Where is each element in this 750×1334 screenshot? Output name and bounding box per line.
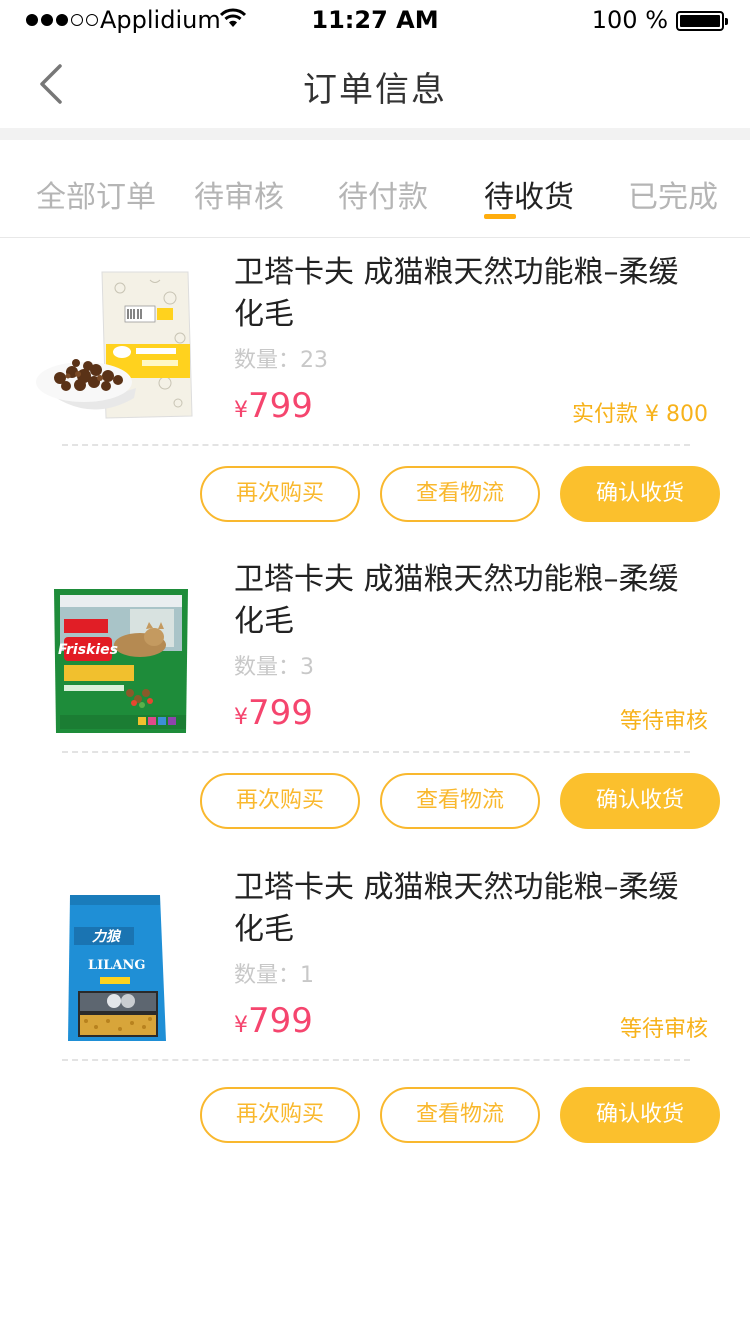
product-quantity: 数量：3: [234, 655, 314, 680]
product-price: ¥799: [234, 386, 313, 426]
product-price: ¥799: [234, 1001, 313, 1041]
order-status: 实付款 ¥ 800: [572, 402, 708, 427]
tab-pending-review[interactable]: 待审核: [194, 172, 284, 216]
battery-percent: 100 %: [591, 6, 668, 34]
status-bar: Applidium 11:27 AM 100 %: [0, 0, 750, 42]
buy-again-button[interactable]: 再次购买: [200, 1087, 360, 1143]
page-title: 订单信息: [303, 70, 447, 110]
order-card: 力狼 LILANG 卫塔卡夫 成猫粮天然功能粮–柔缓化毛 数量：1 ¥799 等…: [0, 853, 750, 1153]
order-status: 等待审核: [619, 1017, 708, 1042]
dashed-divider: [62, 1059, 690, 1061]
buy-again-button[interactable]: 再次购买: [200, 466, 360, 522]
currency-symbol: ¥: [234, 1013, 248, 1038]
order-tabs: 全部订单 待审核 待付款 待收货 已完成: [0, 140, 750, 238]
view-logistics-button[interactable]: 查看物流: [380, 466, 540, 522]
product-quantity: 数量：1: [234, 963, 314, 988]
product-quantity: 数量：23: [234, 348, 328, 373]
battery-icon: [676, 11, 728, 31]
confirm-receipt-button[interactable]: 确认收货: [560, 1087, 720, 1143]
product-title[interactable]: 卫塔卡夫 成猫粮天然功能粮–柔缓化毛: [234, 559, 704, 643]
svg-text:LILANG: LILANG: [88, 958, 145, 973]
tab-pending-payment[interactable]: 待付款: [338, 172, 428, 216]
confirm-receipt-button[interactable]: 确认收货: [560, 773, 720, 829]
product-image[interactable]: 力狼 LILANG: [30, 873, 200, 1043]
tab-completed[interactable]: 已完成: [628, 172, 718, 216]
active-tab-indicator: [484, 214, 516, 219]
product-image[interactable]: Friskies: [30, 565, 200, 735]
currency-symbol: ¥: [234, 398, 248, 423]
order-card: 卫塔卡夫 成猫粮天然功能粮–柔缓化毛 数量：23 ¥799 实付款 ¥ 800 …: [0, 238, 750, 538]
product-title[interactable]: 卫塔卡夫 成猫粮天然功能粮–柔缓化毛: [234, 867, 704, 951]
product-title[interactable]: 卫塔卡夫 成猫粮天然功能粮–柔缓化毛: [234, 252, 704, 336]
dashed-divider: [62, 444, 690, 446]
svg-text:力狼: 力狼: [92, 928, 122, 945]
nav-bar: 订单信息: [0, 42, 750, 128]
order-card: Friskies 卫塔卡夫 成猫粮天然功能粮–柔缓化毛 数量：3 ¥799 等待…: [0, 545, 750, 845]
view-logistics-button[interactable]: 查看物流: [380, 1087, 540, 1143]
product-image[interactable]: [30, 258, 200, 428]
dashed-divider: [62, 751, 690, 753]
tab-pending-receipt[interactable]: 待收货: [484, 172, 574, 216]
price-value: 799: [248, 1001, 313, 1041]
view-logistics-button[interactable]: 查看物流: [380, 773, 540, 829]
confirm-receipt-button[interactable]: 确认收货: [560, 466, 720, 522]
order-status: 等待审核: [619, 709, 708, 734]
svg-text:Friskies: Friskies: [58, 642, 118, 658]
currency-symbol: ¥: [234, 705, 248, 730]
buy-again-button[interactable]: 再次购买: [200, 773, 360, 829]
section-separator: [0, 128, 750, 140]
price-value: 799: [248, 386, 313, 426]
price-value: 799: [248, 693, 313, 733]
product-price: ¥799: [234, 693, 313, 733]
tab-all-orders[interactable]: 全部订单: [36, 172, 156, 216]
